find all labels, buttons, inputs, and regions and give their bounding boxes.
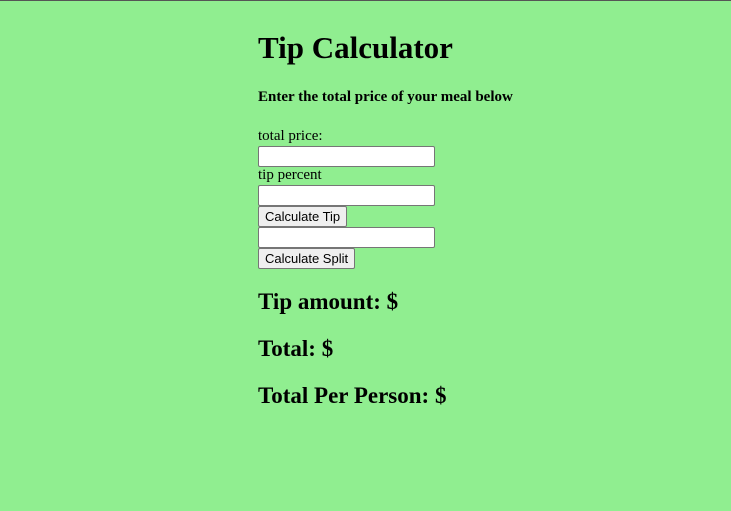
total-per-person-result: Total Per Person: $ xyxy=(258,383,447,408)
total-result: Total: $ xyxy=(258,336,334,361)
split-count-input[interactable] xyxy=(258,227,435,248)
calculate-split-button[interactable]: Calculate Split xyxy=(258,248,356,269)
page-title: Tip Calculator xyxy=(258,30,453,65)
total-price-label: total price: xyxy=(258,128,323,144)
tip-percent-label: tip percent xyxy=(258,167,322,183)
page-subtitle: Enter the total price of your meal below xyxy=(258,89,513,105)
calculate-tip-button[interactable]: Calculate Tip xyxy=(258,206,348,227)
tip-amount-result: Tip amount: $ xyxy=(258,289,399,314)
tip-percent-input[interactable] xyxy=(258,185,435,206)
total-price-input[interactable] xyxy=(258,146,435,167)
